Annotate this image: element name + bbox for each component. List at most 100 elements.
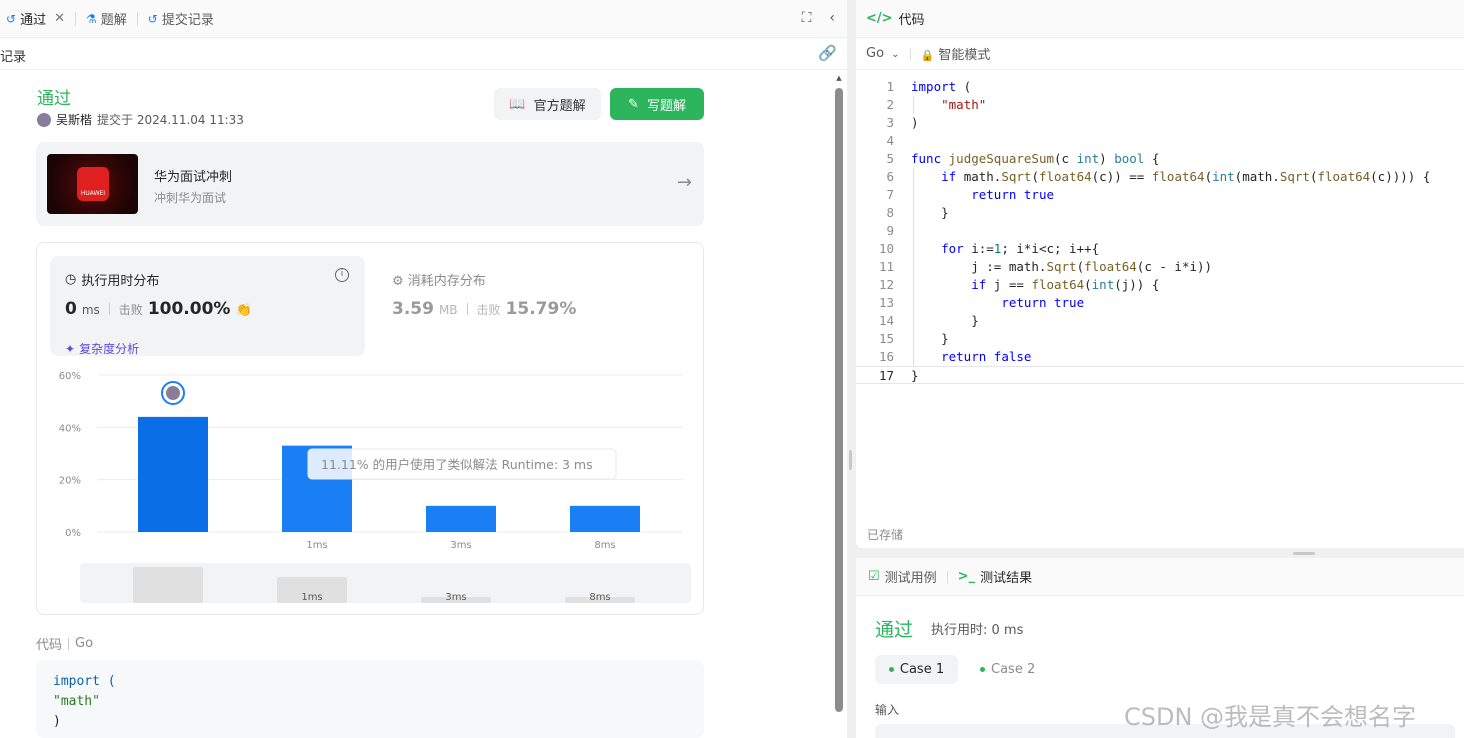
code-text: return true: [1001, 295, 1085, 310]
code-line[interactable]: 3): [856, 114, 1464, 132]
line-number: 5: [886, 151, 894, 166]
link-icon[interactable]: 🔗: [818, 44, 837, 62]
info-icon[interactable]: i: [335, 268, 349, 282]
memory-box[interactable]: ⚙ 消耗内存分布 3.59 MB 击败 15.79%: [392, 256, 682, 356]
subheader-title: 记录: [0, 50, 27, 65]
y-tick-label: 60%: [59, 371, 81, 382]
overview-label: 3ms: [445, 592, 466, 603]
runtime-distribution-chart[interactable]: 60% 40% 20% 0% 1ms 3ms 8ms 11.11% 的用户使用了类似解法 Ru…: [37, 363, 705, 613]
code-text: for i:=1; i*i<c; i++{: [941, 241, 1100, 256]
horizontal-resize-handle[interactable]: [1293, 552, 1315, 555]
status-title: 通过: [37, 89, 71, 109]
saved-status: 已存储: [867, 528, 904, 542]
code-line[interactable]: 11 j := math.Sqrt(float64(c - i*i)): [856, 258, 1464, 276]
scroll-up-icon[interactable]: ▲: [835, 74, 843, 82]
code-line: "math": [53, 694, 100, 709]
runtime-box[interactable]: ◷ 执行用时分布 i 0 ms 击败 100.00% 👏 ✦ 复杂度分析: [50, 256, 365, 356]
vertical-resize-handle[interactable]: [849, 450, 852, 470]
code-line[interactable]: 4: [856, 132, 1464, 150]
code-line[interactable]: 12 if j == float64(int(j)) {: [856, 276, 1464, 294]
code-line[interactable]: 10 for i:=1; i*i<c; i++{: [856, 240, 1464, 258]
indent-guide: [913, 168, 914, 366]
tab-submissions[interactable]: ↺ 提交记录: [142, 0, 220, 38]
code-line[interactable]: 16 return false: [856, 348, 1464, 366]
code-icon: </>: [866, 11, 893, 26]
code-line[interactable]: 6 if math.Sqrt(float64(c)) == float64(in…: [856, 168, 1464, 186]
code-line[interactable]: 9: [856, 222, 1464, 240]
beat-label: 击败: [476, 303, 501, 317]
promo-subtitle: 冲刺华为面试: [154, 191, 227, 205]
code-text: "math": [941, 97, 987, 112]
lock-icon: 🔒: [920, 49, 935, 62]
code-text: if j == float64(int(j)) {: [971, 277, 1160, 292]
x-tick-label: 1ms: [306, 540, 327, 551]
code-line[interactable]: 8 }: [856, 204, 1464, 222]
chip-icon: ⚙: [392, 274, 404, 289]
line-number: 3: [886, 115, 894, 130]
mode-toggle[interactable]: 🔒 智能模式: [921, 44, 991, 63]
code-text: func judgeSquareSum(c int) bool {: [911, 151, 1160, 166]
memory-beat-value: 15.79%: [505, 299, 577, 319]
code-line[interactable]: 7 return true: [856, 186, 1464, 204]
tab-test-result[interactable]: >_ 测试结果: [958, 567, 1032, 586]
chart-bar: [426, 505, 496, 532]
promo-thumbnail: HUAWEI: [47, 154, 138, 214]
tab-label: 提交记录: [161, 13, 214, 28]
collapse-icon[interactable]: ‹: [829, 10, 835, 26]
avatar[interactable]: [37, 112, 51, 127]
line-number: 13: [878, 295, 894, 310]
x-tick-label: 3ms: [450, 540, 471, 551]
code-line: import (: [53, 674, 116, 689]
code-panel-title: 代码: [898, 13, 925, 28]
overview-label: 8ms: [589, 592, 610, 603]
case-2-tab[interactable]: Case 2: [980, 655, 1035, 684]
line-number: 17: [878, 368, 894, 383]
arrow-right-icon[interactable]: →: [677, 172, 692, 193]
tab-solutions[interactable]: ⚗ 题解: [80, 0, 133, 38]
tooltip-text: 11.11% 的用户使用了类似解法 Runtime: 3 ms: [321, 457, 593, 472]
code-line[interactable]: 17}: [856, 366, 1464, 384]
maximize-icon[interactable]: ⛶: [802, 10, 812, 26]
line-number: 7: [886, 187, 894, 202]
code-line: ): [53, 714, 61, 729]
code-line[interactable]: 15 }: [856, 330, 1464, 348]
code-line[interactable]: 5 func judgeSquareSum(c int) bool {: [856, 150, 1464, 168]
code-line[interactable]: 2 "math": [856, 96, 1464, 114]
left-tab-bar: ↺ 通过 ✕ ⚗ 题解 ↺ 提交记录 ⛶ ‹: [0, 0, 847, 38]
code-text: }: [911, 331, 949, 346]
overview-label: 1ms: [301, 592, 322, 603]
edit-icon: ✎: [628, 96, 639, 112]
code-line[interactable]: 13 return true: [856, 294, 1464, 312]
line-number: 8: [886, 205, 894, 220]
result-runtime: 执行用时: 0 ms: [931, 623, 1024, 638]
close-icon[interactable]: ✕: [54, 11, 65, 26]
code-preview: import ( "math" ): [36, 660, 704, 738]
result-panel-header: ☑ 测试用例 >_ 测试结果: [856, 558, 1464, 596]
pass-dot: [980, 667, 985, 672]
write-solution-button[interactable]: ✎ 写题解: [610, 88, 704, 120]
flask-icon: ⚗: [85, 11, 97, 26]
tab-accepted[interactable]: ↺ 通过 ✕: [0, 0, 71, 38]
scrollbar[interactable]: [835, 88, 843, 712]
official-solution-button[interactable]: 📖 官方题解: [494, 88, 601, 120]
terminal-icon: >_: [957, 569, 976, 584]
tab-testcases[interactable]: ☑ 测试用例: [868, 567, 937, 586]
history-icon: ↺: [6, 11, 17, 26]
code-editor[interactable]: 1 import (2 "math" 3) 4 5 func judgeSquareSum…: [856, 78, 1464, 388]
user-name[interactable]: 吴斯楷: [56, 111, 92, 128]
line-number: 12: [878, 277, 894, 292]
user-avatar: [166, 386, 180, 400]
promo-title: 华为面试冲刺: [154, 170, 233, 185]
submission-panel: ↺ 通过 ✕ ⚗ 题解 ↺ 提交记录 ⛶ ‹ 记录 🔗 通过 吴斯楷 提交于 2…: [0, 0, 847, 738]
sparkle-icon: ✦: [65, 341, 76, 356]
code-panel: </> 代码 Go ⌄ 🔒 智能模式 1 import (2 "math" 3) 4 5…: [856, 0, 1464, 548]
complexity-link[interactable]: ✦ 复杂度分析: [65, 340, 139, 357]
code-line[interactable]: 14 }: [856, 312, 1464, 330]
beat-label: 击败: [118, 303, 143, 317]
promo-card[interactable]: HUAWEI 华为面试冲刺 冲刺华为面试 →: [36, 142, 704, 226]
case-1-tab[interactable]: Case 1: [875, 655, 958, 684]
clap-icon: 👏: [235, 303, 252, 318]
code-text: return true: [971, 187, 1055, 202]
language-select[interactable]: Go ⌄: [866, 46, 900, 61]
code-line[interactable]: 1 import (: [856, 78, 1464, 96]
